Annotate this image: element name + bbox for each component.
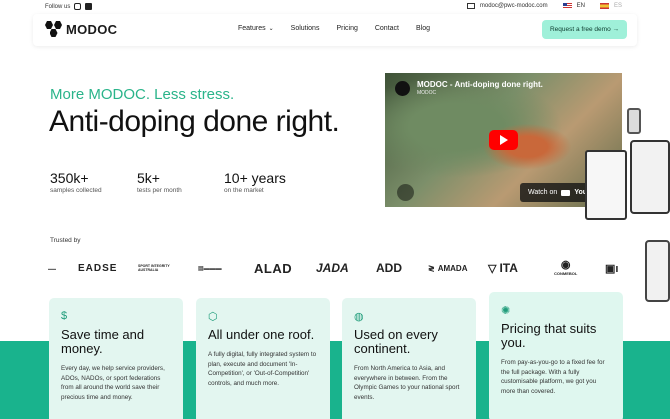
partner-logo: ▬▬	[48, 265, 56, 271]
logo[interactable]: MODOC	[45, 21, 117, 38]
tablet-illustration-2	[645, 240, 670, 302]
instagram-icon[interactable]	[74, 3, 82, 10]
video-title[interactable]: MODOC - Anti-doping done right.	[417, 80, 543, 89]
nav-menu: Features ⌄ Solutions Pricing Contact Blog	[238, 25, 430, 32]
card-text: From North America to Asia, and everywhe…	[354, 365, 460, 401]
ita-mark-icon: ▽	[488, 262, 497, 275]
card-text: From pay-as-you-go to a fixed fee for th…	[501, 359, 605, 395]
follow-label: Follow us	[45, 3, 71, 10]
trusted-label: Trusted by	[50, 237, 81, 244]
lang-es[interactable]: ES	[614, 3, 622, 9]
hero-stats: 350k+ samples collected 5k+ tests per mo…	[50, 170, 311, 194]
stat-samples: 350k+ samples collected	[50, 170, 137, 194]
nav-item-features[interactable]: Features ⌄	[238, 25, 274, 32]
sparkle-icon: ✺	[501, 305, 511, 317]
partner-logo-add: ADD	[376, 261, 402, 275]
lang-en[interactable]: EN	[577, 3, 585, 9]
youtube-icon	[561, 189, 571, 196]
link-icon[interactable]	[397, 184, 414, 201]
dollar-icon: $	[61, 310, 68, 322]
partner-logo-ita: ▽ ITA	[488, 257, 518, 279]
feature-card-save: $ Save time and money. Every day, we hel…	[49, 298, 183, 419]
stat-tests: 5k+ tests per month	[137, 170, 224, 194]
top-contact: modoc@pwc-modoc.com EN ES	[466, 3, 622, 9]
nav-item-label: Features	[238, 25, 266, 32]
stat-value: 350k+	[50, 170, 89, 186]
logo-text: MODOC	[66, 22, 118, 37]
stat-value: 5k+	[137, 170, 160, 186]
nav-item-solutions[interactable]: Solutions	[291, 25, 320, 32]
chevron-down-icon: ⌄	[268, 26, 274, 32]
nav-item-pricing[interactable]: Pricing	[336, 25, 357, 32]
card-text: Every day, we help service providers, AD…	[61, 365, 165, 401]
stat-years: 10+ years on the market	[224, 170, 311, 194]
card-title: Used on every continent.	[354, 327, 438, 356]
video-channel: MODOC	[417, 90, 437, 96]
phone-illustration	[627, 108, 641, 134]
conmebol-crest-icon: ◉	[560, 259, 571, 271]
mail-icon	[466, 3, 475, 9]
partner-logo-partial: ▣ı	[605, 262, 619, 275]
follow-us: Follow us	[45, 3, 93, 10]
card-text: A fully digital, fully integrated system…	[208, 351, 317, 387]
feature-card-roof: ⬡ All under one roof. A fully digital, f…	[196, 298, 330, 419]
nav-item-blog[interactable]: Blog	[416, 25, 430, 32]
hero-headline: Anti-doping done right.	[49, 105, 340, 138]
contact-email[interactable]: modoc@pwc-modoc.com	[480, 3, 548, 9]
nav-item-contact[interactable]: Contact	[375, 25, 399, 32]
stat-label: tests per month	[137, 187, 182, 194]
card-title: Save time and money.	[61, 327, 145, 356]
ita-text: ITA	[499, 261, 518, 275]
logo-hexagons-icon	[45, 21, 62, 38]
partner-logo-sia: SPORT INTEGRITY AUSTRALIA	[138, 264, 170, 272]
conmebol-text: CONMEBOL	[554, 271, 578, 276]
us-flag-icon[interactable]	[562, 3, 572, 9]
es-flag-icon[interactable]	[599, 3, 609, 9]
top-bar: Follow us modoc@pwc-modoc.com EN ES	[0, 0, 670, 14]
channel-avatar[interactable]	[395, 81, 410, 96]
feature-card-continent: ◍ Used on every continent. From North Am…	[342, 298, 476, 419]
partner-logo-conmebol: ◉ CONMEBOL	[554, 257, 577, 279]
partner-logo-amada: ≷ AMADA	[428, 257, 467, 279]
globe-icon: ◍	[354, 311, 364, 323]
stat-label: samples collected	[50, 187, 102, 194]
amada-text: AMADA	[437, 263, 468, 273]
partner-logo-eadse: EADSE	[78, 262, 118, 274]
card-title: Pricing that suits you.	[501, 321, 597, 350]
cube-icon: ⬡	[208, 311, 218, 323]
hero-tagline: More MODOC. Less stress.	[50, 86, 235, 103]
feature-card-pricing: ✺ Pricing that suits you. From pay-as-yo…	[489, 292, 623, 419]
main-nav: MODOC Features ⌄ Solutions Pricing Contac…	[33, 14, 637, 46]
linkedin-icon[interactable]	[85, 3, 93, 10]
partner-logo-alad: ALAD	[254, 260, 293, 276]
card-title: All under one roof.	[208, 327, 315, 342]
partner-logo-stripes: ▤▬▬▬	[198, 265, 222, 272]
stat-value: 10+ years	[224, 170, 286, 186]
partner-logo-jada: JADA	[316, 261, 349, 275]
tablet-illustration	[630, 140, 670, 214]
amada-mark-icon: ≷	[428, 263, 435, 273]
laptop-illustration	[585, 150, 627, 220]
watch-label: Watch on	[528, 189, 558, 196]
stat-label: on the market	[224, 187, 264, 194]
partner-logos: ▬▬ EADSE SPORT INTEGRITY AUSTRALIA ▤▬▬▬ …	[48, 257, 623, 279]
request-demo-button[interactable]: Request a free demo →	[541, 20, 627, 39]
play-button-icon[interactable]	[489, 130, 518, 150]
page: Follow us modoc@pwc-modoc.com EN ES MODO…	[0, 0, 670, 419]
